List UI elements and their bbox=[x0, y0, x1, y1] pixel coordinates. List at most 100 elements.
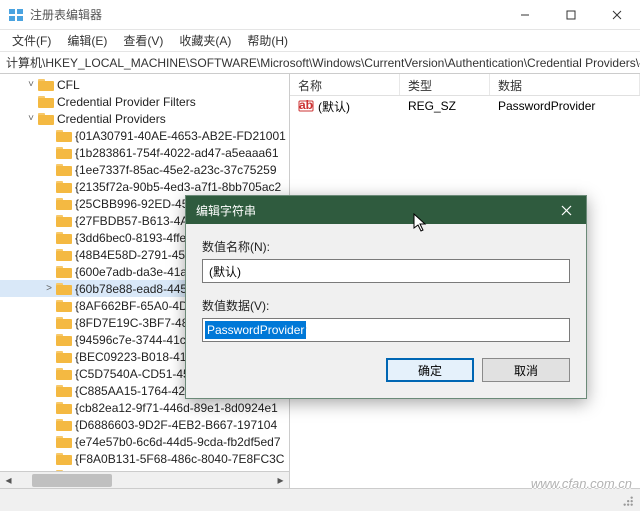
tree-item-label: {C5D7540A-CD51-453 bbox=[75, 367, 196, 381]
close-button[interactable] bbox=[594, 0, 640, 30]
tree-item-label: {8FD7E19C-3BF7-489 bbox=[75, 316, 195, 330]
tree-expander-icon[interactable]: ˅ bbox=[24, 79, 38, 90]
folder-icon bbox=[56, 299, 72, 312]
tree-item[interactable]: {D6886603-9D2F-4EB2-B667-197104 bbox=[0, 416, 289, 433]
tree-item[interactable]: {e74e57b0-6c6d-44d5-9cda-fb2df5ed7 bbox=[0, 433, 289, 450]
string-value-icon: ab bbox=[298, 98, 314, 114]
tree-item-label: {01A30791-40AE-4653-AB2E-FD21001 bbox=[75, 129, 286, 143]
tree-item[interactable]: {cb82ea12-9f71-446d-89e1-8d0924e1 bbox=[0, 399, 289, 416]
menu-bar: 文件(F) 编辑(E) 查看(V) 收藏夹(A) 帮助(H) bbox=[0, 30, 640, 52]
folder-icon bbox=[56, 452, 72, 465]
menu-favorites[interactable]: 收藏夹(A) bbox=[171, 30, 239, 51]
list-row[interactable]: ab (默认) REG_SZ PasswordProvider bbox=[290, 96, 640, 116]
resize-grip-icon[interactable] bbox=[620, 493, 634, 507]
window-title: 注册表编辑器 bbox=[30, 6, 502, 23]
address-bar[interactable]: 计算机\HKEY_LOCAL_MACHINE\SOFTWARE\Microsof… bbox=[0, 52, 640, 74]
col-name[interactable]: 名称 bbox=[290, 74, 400, 95]
tree-item-label: {C885AA15-1764-429 bbox=[75, 384, 192, 398]
tree-expander-icon[interactable]: ˃ bbox=[42, 283, 56, 294]
status-bar bbox=[0, 488, 640, 511]
minimize-button[interactable] bbox=[502, 0, 548, 30]
value-name-label: 数值名称(N): bbox=[202, 238, 570, 255]
folder-icon bbox=[56, 248, 72, 261]
list-header: 名称 类型 数据 bbox=[290, 74, 640, 96]
tree-item[interactable]: ˅ CFL bbox=[0, 76, 289, 93]
tree-item-label: {48B4E58D-2791-456 bbox=[75, 248, 192, 262]
folder-icon bbox=[56, 146, 72, 159]
edit-string-dialog: 编辑字符串 数值名称(N): 数值数据(V): PasswordProvider… bbox=[185, 195, 587, 399]
folder-icon bbox=[56, 129, 72, 142]
folder-icon bbox=[38, 78, 54, 91]
tree-item-label: {cb82ea12-9f71-446d-89e1-8d0924e1 bbox=[75, 401, 278, 415]
value-name-input[interactable] bbox=[202, 259, 570, 283]
menu-file[interactable]: 文件(F) bbox=[4, 30, 59, 51]
cell-name-text: (默认) bbox=[318, 98, 350, 115]
tree-item-label: {D6886603-9D2F-4EB2-B667-197104 bbox=[75, 418, 277, 432]
tree-item-label: {3dd6bec0-8193-4ffe- bbox=[75, 231, 190, 245]
tree-item-label: {F8A0B131-5F68-486c-8040-7E8FC3C bbox=[75, 452, 284, 466]
folder-icon bbox=[56, 350, 72, 363]
tree-item[interactable]: {1b283861-754f-4022-ad47-a5eaaa61 bbox=[0, 144, 289, 161]
tree-item-label: {94596c7e-3744-41ce bbox=[75, 333, 192, 347]
tree-item[interactable]: {2135f72a-90b5-4ed3-a7f1-8bb705ac2 bbox=[0, 178, 289, 195]
tree-item-label: {1b283861-754f-4022-ad47-a5eaaa61 bbox=[75, 146, 279, 160]
ok-button[interactable]: 确定 bbox=[386, 358, 474, 382]
folder-icon bbox=[56, 265, 72, 278]
title-bar: 注册表编辑器 bbox=[0, 0, 640, 30]
cancel-button[interactable]: 取消 bbox=[482, 358, 570, 382]
dialog-title: 编辑字符串 bbox=[196, 202, 546, 219]
scroll-left-arrow[interactable]: ◂ bbox=[0, 472, 17, 489]
app-icon bbox=[8, 7, 24, 23]
tree-item[interactable]: {1ee7337f-85ac-45e2-a23c-37c75259 bbox=[0, 161, 289, 178]
cell-type: REG_SZ bbox=[400, 99, 490, 113]
tree-item[interactable]: {01A30791-40AE-4653-AB2E-FD21001 bbox=[0, 127, 289, 144]
folder-icon bbox=[38, 112, 54, 125]
cell-data: PasswordProvider bbox=[490, 99, 640, 113]
folder-icon bbox=[56, 197, 72, 210]
scroll-thumb[interactable] bbox=[32, 474, 112, 487]
folder-icon bbox=[56, 401, 72, 414]
value-data-label: 数值数据(V): bbox=[202, 297, 570, 314]
col-data[interactable]: 数据 bbox=[490, 74, 640, 95]
tree-horizontal-scrollbar[interactable]: ◂ ▸ bbox=[0, 471, 289, 488]
dialog-title-bar[interactable]: 编辑字符串 bbox=[186, 196, 586, 224]
maximize-button[interactable] bbox=[548, 0, 594, 30]
folder-icon bbox=[56, 384, 72, 397]
folder-icon bbox=[56, 231, 72, 244]
folder-icon bbox=[56, 333, 72, 346]
folder-icon bbox=[56, 163, 72, 176]
dialog-close-button[interactable] bbox=[546, 196, 586, 224]
tree-item[interactable]: ˅ Credential Providers bbox=[0, 110, 289, 127]
menu-view[interactable]: 查看(V) bbox=[115, 30, 171, 51]
tree-item[interactable]: {F8A0B131-5F68-486c-8040-7E8FC3C bbox=[0, 450, 289, 467]
folder-icon bbox=[56, 435, 72, 448]
tree-item-label: {e74e57b0-6c6d-44d5-9cda-fb2df5ed7 bbox=[75, 435, 281, 449]
cell-name: ab (默认) bbox=[290, 98, 400, 115]
tree-item-label: CFL bbox=[57, 78, 80, 92]
folder-icon bbox=[56, 316, 72, 329]
scroll-right-arrow[interactable]: ▸ bbox=[272, 472, 289, 489]
svg-text:ab: ab bbox=[299, 98, 313, 112]
folder-icon bbox=[56, 282, 72, 295]
col-type[interactable]: 类型 bbox=[400, 74, 490, 95]
folder-icon bbox=[56, 214, 72, 227]
folder-icon bbox=[38, 95, 54, 108]
tree-item-label: {1ee7337f-85ac-45e2-a23c-37c75259 bbox=[75, 163, 277, 177]
folder-icon bbox=[56, 418, 72, 431]
tree-item-label: {2135f72a-90b5-4ed3-a7f1-8bb705ac2 bbox=[75, 180, 281, 194]
folder-icon bbox=[56, 180, 72, 193]
folder-icon bbox=[56, 367, 72, 380]
tree-item[interactable]: Credential Provider Filters bbox=[0, 93, 289, 110]
tree-item-label: {BEC09223-B018-416 bbox=[75, 350, 193, 364]
tree-item-label: Credential Providers bbox=[57, 112, 166, 126]
value-data-selection: PasswordProvider bbox=[205, 321, 306, 339]
tree-item-label: {27FBDB57-B613-4AF bbox=[75, 214, 196, 228]
window-buttons bbox=[502, 0, 640, 30]
tree-item-label: {8AF662BF-65A0-4D0 bbox=[75, 299, 194, 313]
menu-edit[interactable]: 编辑(E) bbox=[59, 30, 115, 51]
tree-expander-icon[interactable]: ˅ bbox=[24, 113, 38, 124]
tree-item-label: {600e7adb-da3e-41a bbox=[75, 265, 187, 279]
tree-item-label: Credential Provider Filters bbox=[57, 95, 196, 109]
menu-help[interactable]: 帮助(H) bbox=[239, 30, 296, 51]
tree-item-label: {60b78e88-ead8-445d bbox=[75, 282, 194, 296]
